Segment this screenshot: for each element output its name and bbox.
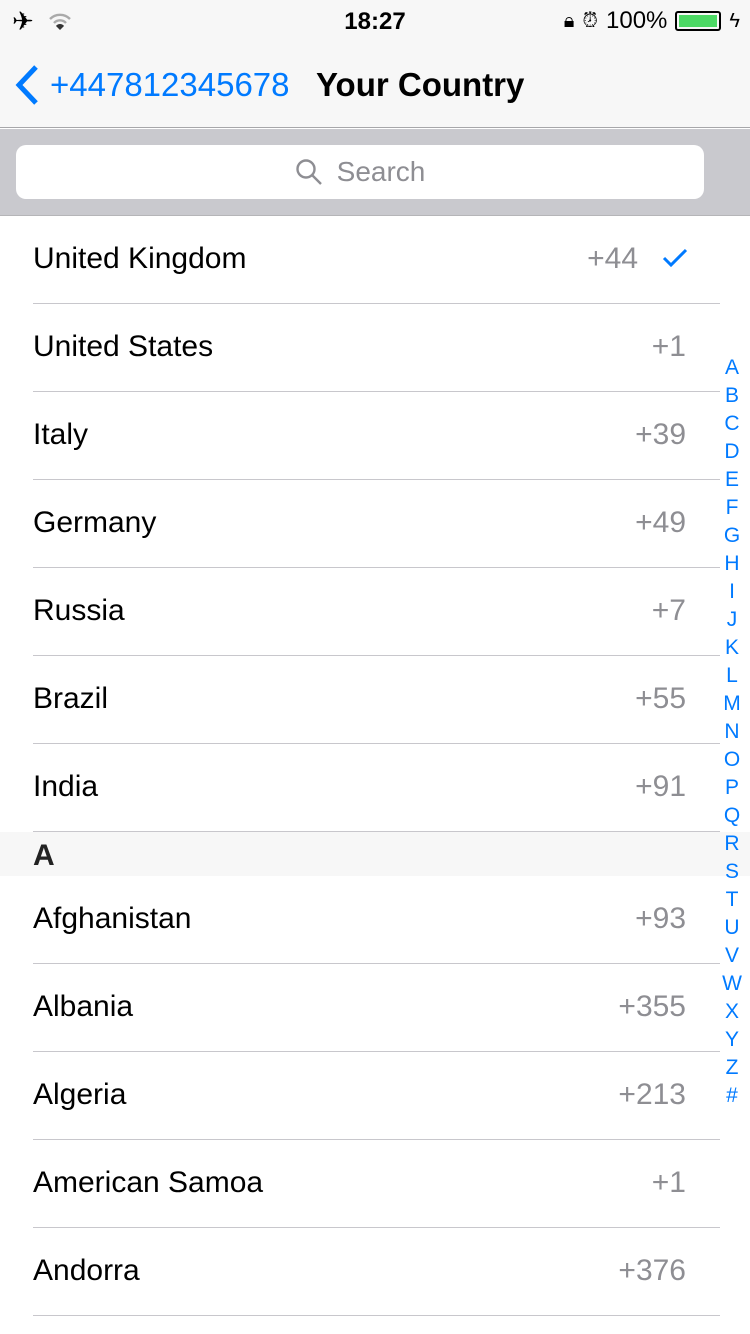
country-row[interactable]: Andorra +376 [0, 1228, 750, 1316]
index-letter[interactable]: Z [726, 1054, 739, 1082]
country-code: +44 [587, 242, 638, 275]
country-name: Afghanistan [33, 902, 192, 935]
country-code: +213 [618, 1078, 686, 1111]
index-letter[interactable]: L [726, 662, 738, 690]
search-icon [295, 159, 322, 185]
country-name: Andorra [33, 1254, 140, 1287]
country-code: +355 [618, 990, 686, 1023]
index-letter[interactable]: I [729, 578, 735, 606]
checkmark-icon [662, 248, 688, 268]
country-name: American Samoa [33, 1166, 264, 1199]
status-bar: ✈ 18:27 🔒︎ ⏰︎ 100% ϟ [0, 0, 750, 40]
back-label: +447812345678 [50, 66, 290, 103]
index-letter[interactable]: H [724, 550, 739, 578]
index-letter[interactable]: T [726, 886, 739, 914]
back-button[interactable]: +447812345678 [14, 64, 290, 106]
country-code: +1 [651, 1166, 686, 1199]
navigation-bar: +447812345678 Your Country [0, 40, 750, 128]
index-letter[interactable]: W [722, 970, 742, 998]
index-letter[interactable]: R [724, 830, 739, 858]
index-letter[interactable]: D [724, 438, 739, 466]
country-row[interactable]: Algeria +213 [0, 1052, 750, 1140]
index-letter[interactable]: J [727, 606, 738, 634]
country-row[interactable]: Italy +39 [0, 392, 750, 480]
index-letter[interactable]: F [726, 494, 739, 522]
country-name: India [33, 770, 99, 803]
index-letter[interactable]: G [724, 522, 740, 550]
country-name: Albania [33, 990, 134, 1023]
search-input[interactable]: Search [16, 145, 704, 199]
rotation-lock-icon: 🔒︎ [563, 9, 575, 32]
country-row[interactable]: American Samoa +1 [0, 1140, 750, 1228]
country-row[interactable]: Afghanistan +93 [0, 876, 750, 964]
index-letter[interactable]: X [725, 998, 739, 1026]
index-letter[interactable]: V [725, 942, 739, 970]
country-row[interactable]: Albania +355 [0, 964, 750, 1052]
country-name: Brazil [33, 682, 109, 715]
index-letter[interactable]: P [725, 774, 739, 802]
country-name: Russia [33, 594, 125, 627]
index-letter[interactable]: A [725, 354, 739, 382]
search-bar: Search [0, 129, 750, 216]
country-code: +91 [635, 770, 686, 803]
country-row[interactable]: Germany +49 [0, 480, 750, 568]
page-title: Your Country [316, 66, 525, 103]
country-name: Algeria [33, 1078, 127, 1111]
country-name: Italy [33, 418, 89, 451]
country-code: +7 [651, 594, 686, 627]
country-code: +376 [618, 1254, 686, 1287]
country-code: +39 [635, 418, 686, 451]
index-letter[interactable]: Q [724, 802, 740, 830]
index-letter[interactable]: S [725, 858, 739, 886]
index-letter[interactable]: C [724, 410, 739, 438]
chevron-left-icon [15, 65, 38, 105]
country-code: +1 [651, 330, 686, 363]
index-letter[interactable]: Y [725, 1026, 739, 1054]
section-index[interactable]: A B C D E F G H I J K L M N O P Q R S T U V W X Y Z # [718, 354, 746, 1110]
index-letter[interactable]: E [725, 466, 739, 494]
country-row[interactable]: United States +1 [0, 304, 750, 392]
country-name: United States [33, 330, 214, 363]
country-name: United Kingdom [33, 242, 247, 275]
index-letter[interactable]: M [723, 690, 741, 718]
country-code: +93 [635, 902, 686, 935]
country-list: United Kingdom +44 United States +1 Italy +39… [0, 216, 750, 1316]
country-name: Germany [33, 506, 157, 539]
index-letter[interactable]: K [725, 634, 739, 662]
index-letter[interactable]: O [724, 746, 740, 774]
index-letter[interactable]: B [725, 382, 739, 410]
country-row[interactable]: India +91 [0, 744, 750, 832]
country-code: +49 [635, 506, 686, 539]
alarm-icon: ⏰︎ [582, 9, 599, 32]
index-letter[interactable]: # [726, 1082, 738, 1110]
charging-icon: ϟ [729, 9, 740, 32]
country-row[interactable]: Russia +7 [0, 568, 750, 656]
section-header: A [0, 832, 750, 876]
country-row[interactable]: Brazil +55 [0, 656, 750, 744]
battery-percent: 100% [606, 7, 668, 34]
index-letter[interactable]: U [724, 914, 739, 942]
country-row[interactable]: United Kingdom +44 [0, 216, 750, 304]
search-placeholder: Search [336, 156, 426, 187]
index-letter[interactable]: N [724, 718, 739, 746]
country-code: +55 [635, 682, 686, 715]
battery-icon [675, 11, 722, 31]
